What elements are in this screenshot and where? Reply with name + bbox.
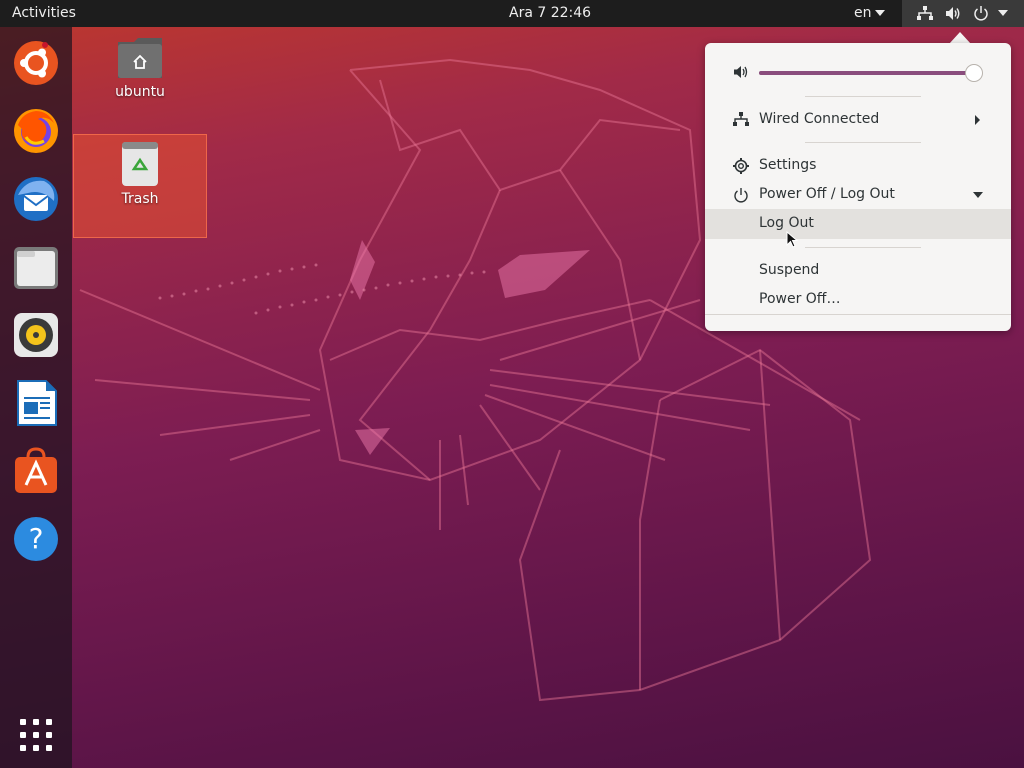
dock-item-firefox[interactable]: [12, 107, 60, 155]
mouse-cursor-icon: [786, 231, 798, 248]
volume-slider-knob[interactable]: [965, 64, 984, 82]
chevron-down-icon: [973, 192, 983, 198]
log-out-label: Log Out: [759, 215, 814, 231]
top-bar: Activities Ara 7 22:46 en: [0, 0, 1024, 27]
system-tray[interactable]: [902, 0, 1024, 27]
menu-item-log-out[interactable]: Log Out: [705, 209, 1011, 239]
wired-label: Wired Connected: [759, 111, 880, 127]
help-icon: ?: [14, 517, 58, 561]
home-label: ubuntu: [115, 84, 165, 100]
svg-text:?: ?: [29, 522, 44, 555]
chevron-down-icon: [874, 10, 885, 16]
ubuntu-software-center-icon: [14, 41, 58, 85]
suspend-label: Suspend: [759, 262, 820, 278]
menu-separator: [805, 247, 921, 248]
thunderbird-icon: [14, 177, 58, 221]
menu-item-wired[interactable]: Wired Connected: [705, 105, 1011, 134]
menu-item-suspend[interactable]: Suspend: [705, 256, 1011, 285]
rhythmbox-icon: [14, 313, 58, 357]
volume-slider-fill: [759, 71, 975, 75]
firefox-icon: [14, 109, 58, 153]
dock-item-software[interactable]: [12, 447, 60, 495]
language-label: en: [854, 5, 872, 21]
network-wired-icon: [917, 6, 933, 20]
dock-item-writer[interactable]: [12, 379, 60, 427]
settings-label: Settings: [759, 157, 817, 173]
menu-separator: [805, 142, 921, 143]
volume-icon: [734, 66, 748, 78]
show-applications-button[interactable]: [12, 711, 60, 759]
power-icon: [734, 188, 748, 203]
network-wired-icon: [733, 112, 749, 126]
system-menu: Wired Connected Settings Power Off / Log…: [705, 43, 1011, 331]
chevron-down-icon: [998, 10, 1008, 16]
chevron-right-icon: [975, 115, 980, 125]
app-grid-icon: [20, 719, 52, 751]
volume-icon: [946, 7, 960, 20]
trash-icon: [122, 142, 158, 186]
dock-item-files[interactable]: [12, 243, 60, 291]
menu-separator: [805, 96, 921, 97]
trash-label: Trash: [121, 191, 159, 207]
home-folder-icon: [118, 38, 162, 78]
language-indicator[interactable]: en: [854, 5, 885, 21]
settings-gear-icon: [733, 158, 749, 174]
volume-row: [705, 58, 1011, 87]
libreoffice-writer-icon: [17, 380, 57, 426]
dock-item-thunderbird[interactable]: [12, 175, 60, 223]
dock: ?: [0, 27, 72, 768]
ubuntu-software-icon: [15, 447, 57, 493]
menu-item-power-off[interactable]: Power Off…: [705, 285, 1011, 314]
menu-item-settings[interactable]: Settings: [705, 151, 1011, 180]
desktop-icon-home[interactable]: ubuntu: [108, 36, 172, 100]
volume-slider[interactable]: [759, 64, 984, 82]
dock-item-rhythmbox[interactable]: [12, 311, 60, 359]
desktop-icon-trash[interactable]: Trash: [73, 134, 207, 238]
dock-item-ubuntu-software[interactable]: [12, 39, 60, 87]
power-off-label: Power Off…: [759, 291, 841, 307]
dock-item-help[interactable]: ?: [12, 515, 60, 563]
power-icon: [974, 6, 988, 21]
power-off-log-out-label: Power Off / Log Out: [759, 186, 895, 202]
activities-button[interactable]: Activities: [12, 5, 76, 21]
menu-item-power-submenu[interactable]: Power Off / Log Out: [705, 180, 1011, 209]
menu-separator: [705, 314, 1011, 315]
clock-button[interactable]: Ara 7 22:46: [509, 5, 591, 21]
files-icon: [14, 247, 58, 289]
